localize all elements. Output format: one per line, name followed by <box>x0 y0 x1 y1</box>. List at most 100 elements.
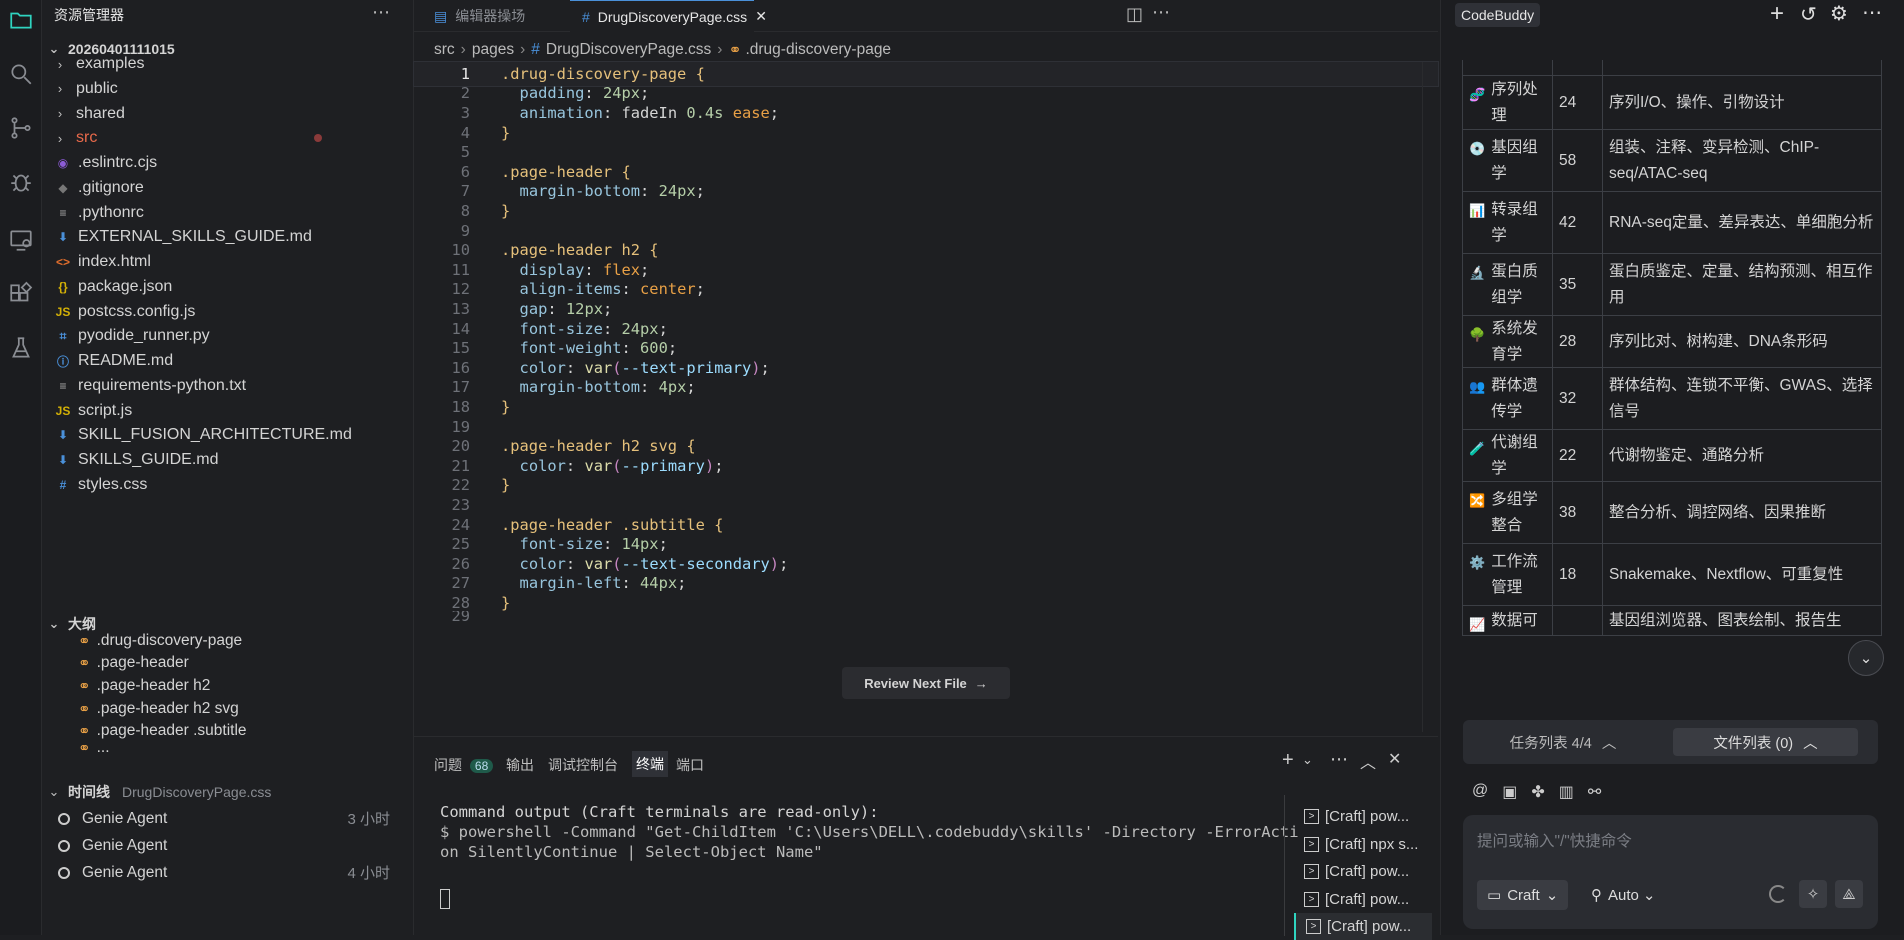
new-chat-icon[interactable]: + <box>1770 0 1784 28</box>
tab-problems[interactable]: 问题 68 <box>434 755 494 775</box>
image-icon[interactable]: ▣ <box>1502 782 1517 802</box>
category-description: RNA-seq定量、差异表达、单细胞分析 <box>1602 192 1882 253</box>
tab-output[interactable]: 输出 <box>506 755 534 775</box>
flask-icon[interactable] <box>0 328 42 368</box>
model-selector[interactable]: ⚲ Auto ⌄ <box>1591 880 1655 910</box>
tab-terminal[interactable]: 终端 <box>632 751 668 777</box>
docs-icon[interactable]: ▥ <box>1559 782 1574 802</box>
line-number: 21 <box>451 456 470 475</box>
more-actions-icon[interactable]: ⋯ <box>372 2 390 23</box>
files-icon[interactable] <box>0 0 42 40</box>
file-list-toggle[interactable]: 文件列表 (0) ︿ <box>1673 728 1858 756</box>
debug-icon[interactable] <box>0 162 42 202</box>
breadcrumb-item[interactable]: src <box>434 41 455 59</box>
more-actions-icon[interactable]: ⋯ <box>1152 2 1170 23</box>
chevron-right-icon: › <box>57 130 63 146</box>
breadcrumb-item[interactable]: pages <box>472 41 514 59</box>
close-panel-icon[interactable]: ✕ <box>1388 749 1401 769</box>
table-row: 👥 群体遗传学 32 群体结构、连锁不平衡、GWAS、选择信号 <box>1462 368 1882 430</box>
history-icon[interactable]: ↺ <box>1800 2 1817 27</box>
extensions-icon[interactable] <box>0 274 42 314</box>
tab-label: 终端 <box>636 756 664 772</box>
figma-icon[interactable]: ✤ <box>1531 782 1544 802</box>
source-control-icon[interactable] <box>0 108 42 148</box>
terminal-instance[interactable]: > [Craft] npx s... <box>1294 831 1432 858</box>
file-tree-label: pyodide_runner.py <box>78 327 210 345</box>
terminal-instance[interactable]: > [Craft] pow... <box>1294 886 1432 913</box>
split-editor-icon[interactable]: ◫ <box>1126 4 1143 25</box>
tab-debug-console[interactable]: 调试控制台 <box>548 755 618 775</box>
settings-icon[interactable]: ⚙ <box>1830 1 1848 26</box>
chevron-up-icon: ︿ <box>1803 735 1818 752</box>
task-list-toggle[interactable]: 任务列表 4/4 ︿ <box>1473 728 1653 756</box>
code-text: .page-header { <box>501 162 631 181</box>
tab-ports[interactable]: 端口 <box>676 755 704 775</box>
more-actions-icon[interactable]: ⋯ <box>1862 0 1882 25</box>
timeline-item[interactable]: Genie Agent 4 小时 <box>58 859 398 886</box>
code-text: gap: 12px; <box>519 300 613 319</box>
file-tree-label: public <box>76 79 118 97</box>
terminal-instance[interactable]: > [Craft] pow... <box>1294 913 1432 940</box>
timeline-item[interactable]: Genie Agent <box>58 832 398 859</box>
model-icon: ⚲ <box>1591 887 1602 904</box>
rules-icon[interactable]: ⚯ <box>1588 782 1601 802</box>
tab-label: 问题 <box>434 757 462 773</box>
category-description: 整合分析、调控网络、因果推断 <box>1602 482 1882 543</box>
line-number: 1 <box>460 64 470 83</box>
tab-playground[interactable]: ▤ 编辑器操场 <box>422 0 537 32</box>
chevron-down-icon[interactable]: ⌄ <box>1302 752 1313 768</box>
breadcrumb-item[interactable]: .drug-discovery-page <box>745 41 891 59</box>
remote-icon[interactable] <box>0 220 42 260</box>
chat-input-placeholder[interactable]: 提问或输入"/"快捷命令 <box>1477 829 1632 851</box>
code-editor[interactable]: 1 .drug-discovery-page {2 padding: 24px; 3… <box>413 61 1439 732</box>
css-file-icon: # <box>59 477 67 492</box>
breadcrumb-item[interactable]: DrugDiscoveryPage.css <box>546 41 711 59</box>
tab-label: 端口 <box>676 757 704 773</box>
code-text: .page-header .subtitle { <box>501 515 724 534</box>
category-icon: 📊 <box>1469 203 1486 218</box>
terminal-label: [Craft] pow... <box>1327 918 1412 935</box>
symbol-class-icon: ⚭ <box>728 41 742 59</box>
editor-scrollbar[interactable] <box>1422 62 1436 732</box>
search-icon[interactable] <box>0 54 42 94</box>
terminal-icon: > <box>1304 836 1319 852</box>
table-cell: 🔬 蛋白质组学 <box>1462 254 1552 315</box>
tab-active-file[interactable]: # DrugDiscoveryPage.css ✕ <box>570 0 767 32</box>
terminal-icon: > <box>1304 864 1319 879</box>
timeline-item[interactable]: Genie Agent 3 小时 <box>58 805 398 832</box>
timeline-file: DrugDiscoveryPage.css <box>122 784 272 800</box>
file-tree-item[interactable]: # styles.css <box>42 470 414 500</box>
mention-icon[interactable]: @ <box>1472 782 1488 802</box>
text-file-icon: ≡ <box>59 205 67 220</box>
terminal-instance[interactable]: > [Craft] pow... <box>1294 803 1432 830</box>
timeline-section[interactable]: ⌄ 时间线 DrugDiscoveryPage.css <box>42 777 414 807</box>
send-icon[interactable]: ⟁ <box>1835 880 1863 908</box>
maximize-panel-icon[interactable]: ︿ <box>1360 749 1376 773</box>
review-next-file-button[interactable]: Review Next File → <box>842 667 1010 699</box>
code-text: margin-bottom: 4px; <box>519 378 696 397</box>
chevron-down-icon: ⌄ <box>1642 887 1656 904</box>
explorer-title: 资源管理器 <box>54 7 124 23</box>
mode-selector[interactable]: ▭ Craft ⌄ <box>1477 880 1569 910</box>
enhance-prompt-icon[interactable]: ✧ <box>1799 880 1827 908</box>
category-description: 组装、注释、变异检测、ChIP-seq/ATAC-seq <box>1602 130 1882 191</box>
line-number: 24 <box>451 515 470 534</box>
category-description: 代谢物鉴定、通路分析 <box>1602 430 1882 481</box>
line-number: 17 <box>451 378 470 397</box>
timeline-label: Genie Agent <box>82 836 168 854</box>
table-row: 🧬 序列处理 24 序列I/O、操作、引物设计 <box>1462 76 1882 130</box>
skills-table: 🧬 序列处理 24 序列I/O、操作、引物设计 💿 基因组学 58 组装、注释、变异检测、Ch… <box>1462 60 1882 678</box>
timeline-label: Genie Agent <box>82 863 168 881</box>
table-cell: 👥 群体遗传学 <box>1462 368 1552 429</box>
terminal-instance[interactable]: > [Craft] pow... <box>1294 858 1432 885</box>
more-actions-icon[interactable]: ⋯ <box>1330 749 1348 770</box>
file-tree-label: .pythonrc <box>78 203 144 221</box>
activity-bar <box>0 0 42 935</box>
scroll-down-button[interactable]: ⌄ <box>1848 640 1884 676</box>
file-tree-label: postcss.config.js <box>78 302 196 320</box>
close-icon[interactable]: ✕ <box>755 8 767 25</box>
new-terminal-icon[interactable]: + <box>1282 749 1294 772</box>
git-file-icon: ◆ <box>58 180 68 195</box>
outline-item[interactable]: ⚭... <box>78 741 110 755</box>
category-icon: 🧬 <box>1469 87 1486 102</box>
